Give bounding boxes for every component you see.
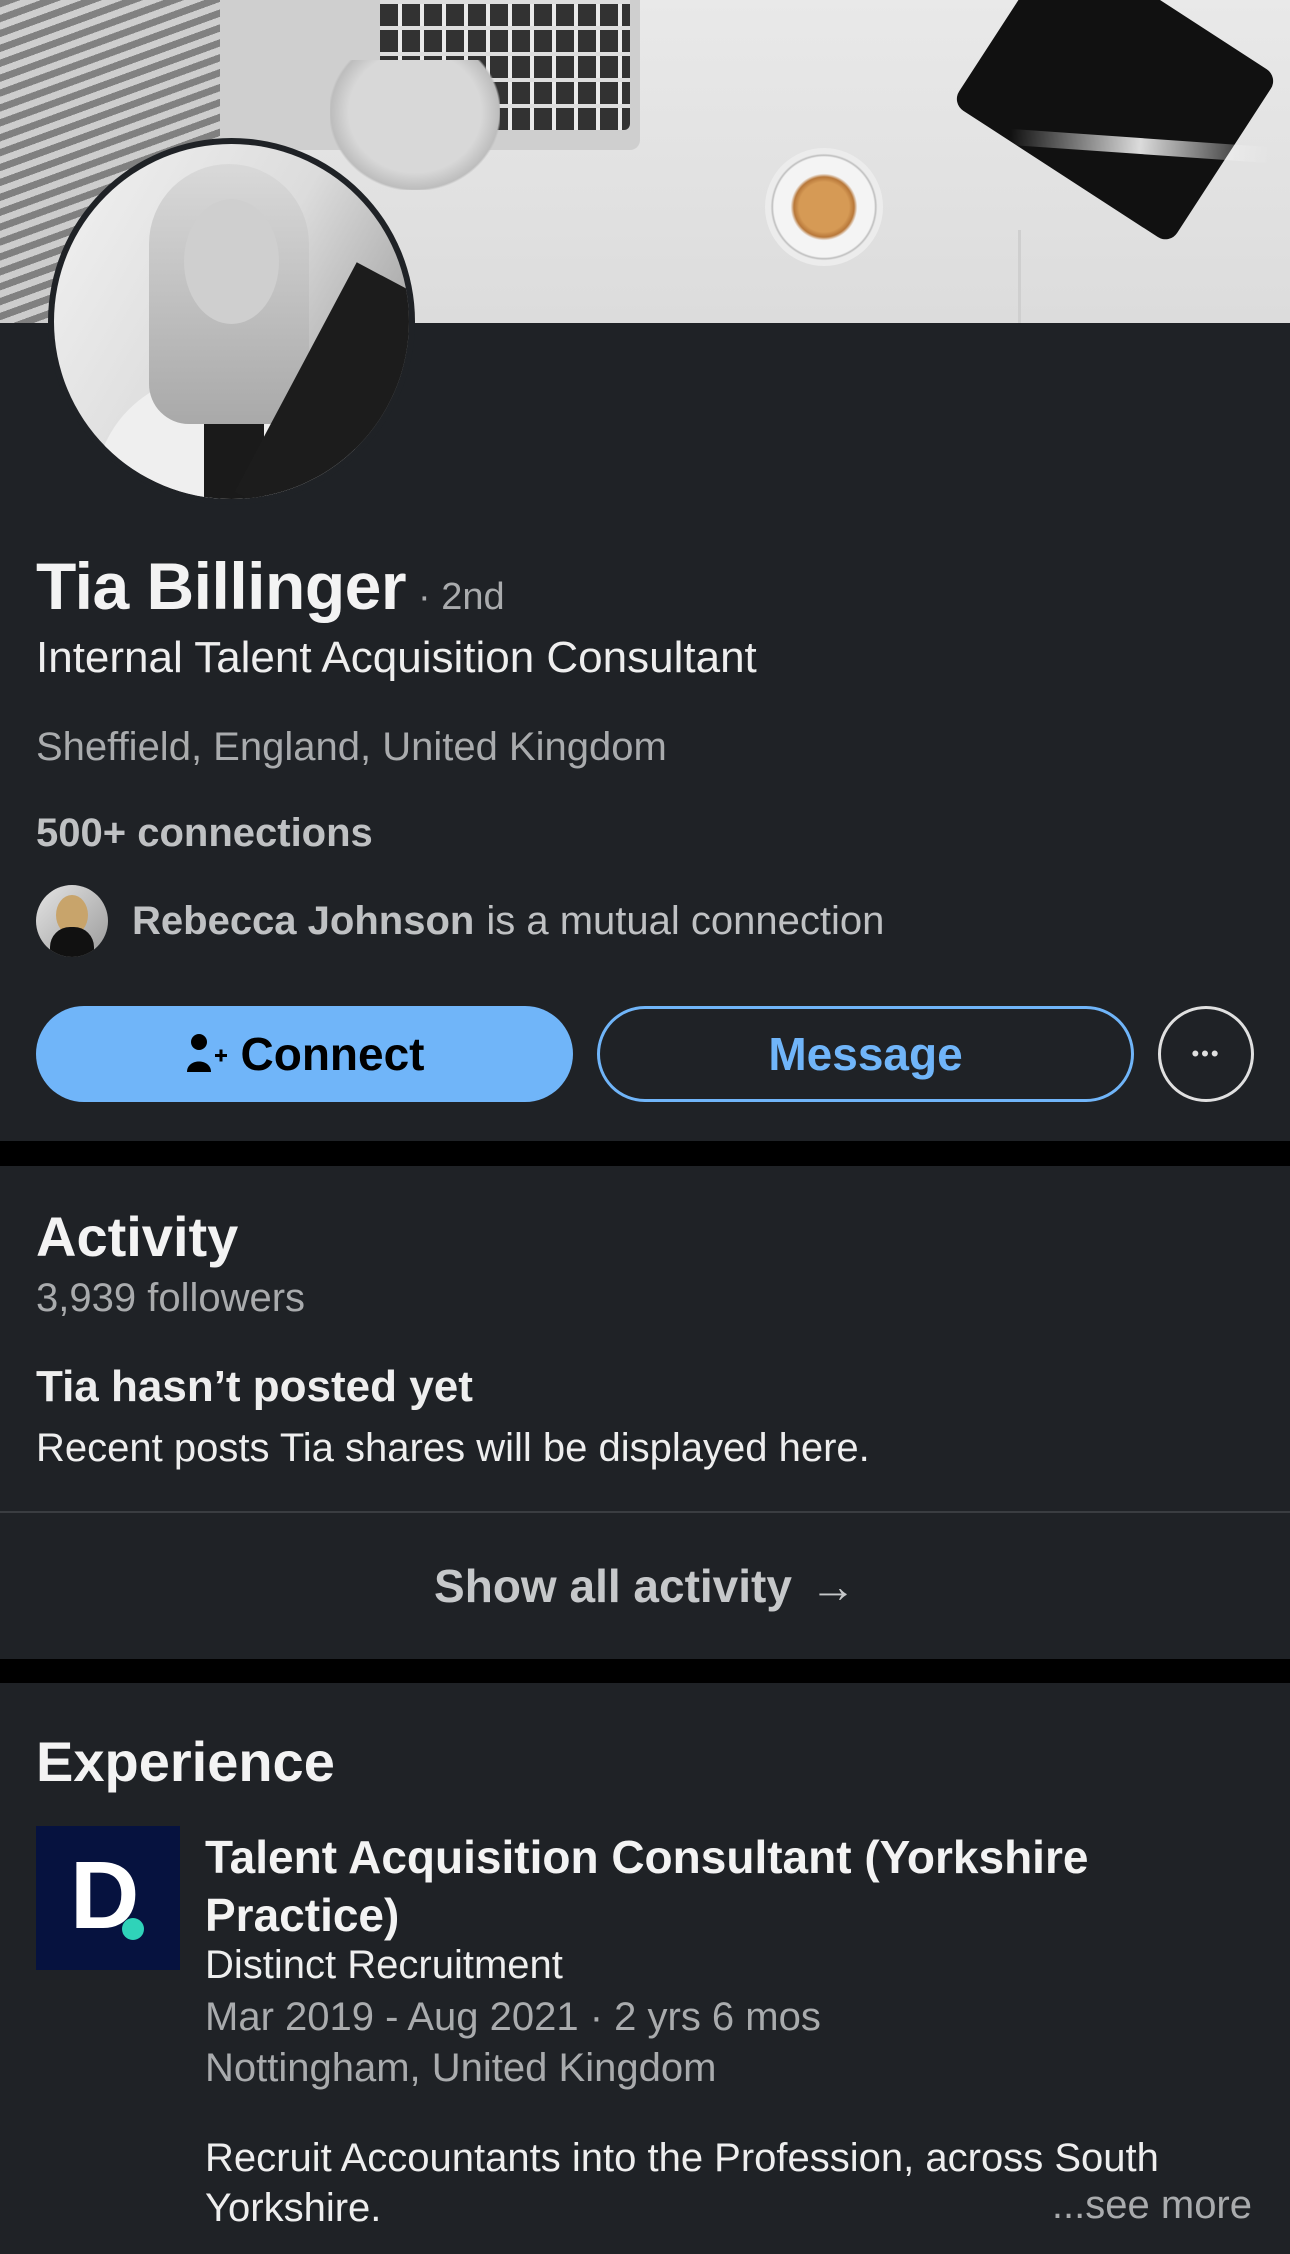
banner-coffee-cup xyxy=(765,148,883,266)
connections-count[interactable]: 500+ connections xyxy=(36,811,373,856)
activity-section: Activity 3,939 followers Tia hasn’t post… xyxy=(0,1166,1290,1659)
mutual-connection-name: Rebecca Johnson xyxy=(132,898,475,943)
mutual-connection-text: is a mutual connection xyxy=(486,898,885,943)
more-options-button[interactable]: ••• xyxy=(1158,1006,1254,1102)
connection-degree: · 2nd xyxy=(418,576,505,618)
profile-photo-image xyxy=(54,144,409,499)
connect-label: Connect xyxy=(240,1028,425,1080)
profile-header-card: Tia Billinger · 2nd Internal Talent Acqu… xyxy=(0,138,1290,1141)
see-more-link[interactable]: ...see more xyxy=(1052,2183,1252,2228)
mutual-connection-avatar xyxy=(36,885,108,957)
experience-title: Experience xyxy=(36,1730,335,1793)
add-person-icon xyxy=(185,1032,229,1076)
experience-section: Experience D Talent Acquisition Consulta… xyxy=(0,1683,1290,2254)
photo-face xyxy=(184,199,279,324)
profile-photo[interactable] xyxy=(48,138,415,505)
profile-name: Tia Billinger xyxy=(36,549,407,623)
connect-button[interactable]: Connect xyxy=(36,1006,573,1102)
profile-actions: Connect Message ••• xyxy=(36,1006,1254,1102)
company-name: Distinct Recruitment xyxy=(205,1943,563,1987)
profile-location: Sheffield, England, United Kingdom xyxy=(36,725,667,769)
job-title[interactable]: Talent Acquisition Consultant (Yorkshire… xyxy=(205,1828,1205,1944)
company-logo-dot xyxy=(122,1918,144,1940)
no-posts-title: Tia hasn’t posted yet xyxy=(36,1362,473,1411)
company-logo[interactable]: D xyxy=(36,1826,180,1970)
ellipsis-icon: ••• xyxy=(1191,1041,1221,1066)
activity-title: Activity xyxy=(36,1205,239,1268)
mutual-avatar-body xyxy=(50,927,94,957)
show-all-activity-label: Show all activity xyxy=(434,1560,792,1612)
profile-headline: Internal Talent Acquisition Consultant xyxy=(36,633,757,682)
job-dates: Mar 2019 - Aug 2021 · 2 yrs 6 mos xyxy=(205,1995,821,2039)
banner-hand xyxy=(330,60,500,190)
followers-count: 3,939 followers xyxy=(36,1276,306,1320)
message-button[interactable]: Message xyxy=(597,1006,1134,1102)
show-all-activity-button[interactable]: Show all activity → xyxy=(0,1513,1290,1659)
no-posts-subtitle: Recent posts Tia shares will be displaye… xyxy=(36,1426,870,1470)
banner-tablet xyxy=(951,0,1279,245)
banner-table-seam xyxy=(1018,230,1021,323)
job-location: Nottingham, United Kingdom xyxy=(205,2046,717,2090)
arrow-right-icon: → xyxy=(809,1560,856,1612)
name-row: Tia Billinger · 2nd xyxy=(36,548,505,624)
mutual-connection[interactable]: Rebecca Johnson is a mutual connection xyxy=(36,885,884,957)
